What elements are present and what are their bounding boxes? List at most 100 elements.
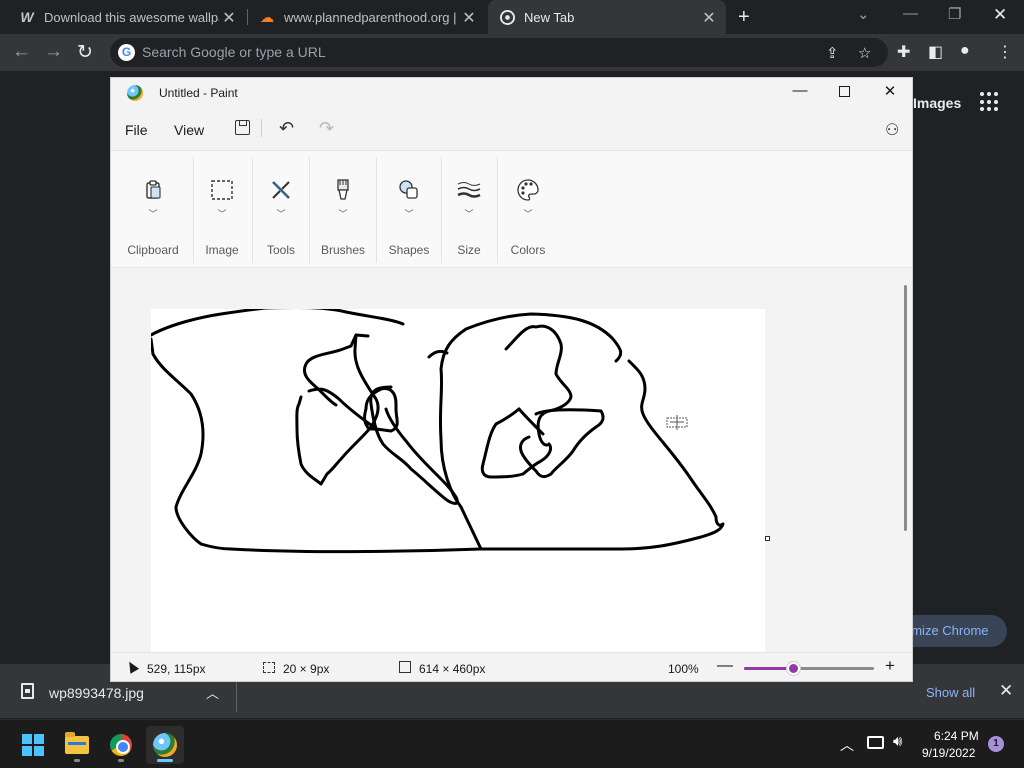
selection-rectangle-icon [211,180,233,200]
close-tab-icon[interactable]: ✕ [700,8,718,28]
profile-avatar-icon[interactable]: ● [960,42,970,60]
redo-icon[interactable]: ↷ [319,118,334,139]
ribbon-group-size[interactable]: ﹀ Size [447,151,491,269]
chevron-down-icon: ﹀ [464,209,474,219]
network-icon[interactable] [867,736,884,749]
palette-icon [517,179,539,201]
tab-plannedparenthood[interactable]: ☁ www.plannedparenthood.org | Cl ✕ [248,0,486,34]
back-icon[interactable]: ← [12,41,31,63]
tab-wallpaper[interactable]: W Download this awesome wallpap ✕ [0,0,246,34]
selection-cursor-icon [666,415,688,430]
undo-icon[interactable]: ↶ [279,118,294,139]
chevron-down-icon: ﹀ [338,209,348,219]
show-all-button[interactable]: Show all [926,685,975,700]
images-link[interactable]: Images [913,95,961,111]
reload-icon[interactable]: ↻ [77,41,93,64]
tab-search-chevron-icon[interactable]: ⌄ [857,5,870,23]
selection-size: 20 × 9px [283,662,330,676]
running-indicator [118,759,124,762]
ribbon-label: Colors [510,243,546,257]
zoom-slider-thumb[interactable] [787,662,801,675]
volume-icon[interactable]: 🔊︎ [893,733,902,750]
canvas-size: 614 × 460px [419,662,486,676]
chevron-down-icon: ﹀ [523,209,533,219]
google-apps-icon[interactable] [980,92,1000,112]
zoom-out-icon[interactable]: — [717,657,733,675]
cursor-position-icon [124,659,140,674]
close-tab-icon[interactable]: ✕ [460,8,478,28]
extensions-puzzle-icon[interactable]: ✚ [897,42,910,62]
brush-icon [337,179,349,200]
ribbon-label: Image [205,243,239,257]
ribbon-group-brushes[interactable]: ﹀ Brushes [313,151,373,269]
ribbon-divider [309,157,310,263]
tab-new-tab[interactable]: New Tab ✕ [488,0,726,34]
menu-file[interactable]: File [125,122,148,138]
paint-app-icon [127,85,143,101]
chrome-icon [498,8,516,26]
window-title: Untitled - Paint [159,86,238,100]
selection-size-icon [263,662,275,673]
vertical-scrollbar[interactable] [904,285,907,531]
file-icon [21,683,34,699]
wallpaper-w-icon: W [20,9,34,25]
save-icon[interactable] [235,120,250,135]
close-icon[interactable]: ✕ [880,82,900,100]
notification-badge[interactable]: 1 [988,736,1004,752]
minimize-icon[interactable]: — [903,5,918,22]
drawing-canvas[interactable] [151,309,765,652]
side-panel-icon[interactable]: ◧ [928,42,943,62]
shapes-icon [399,180,418,199]
ribbon-group-image[interactable]: ﹀ Image [195,151,249,269]
menu-view[interactable]: View [174,122,204,138]
folder-icon [65,732,89,754]
bookmark-star-icon[interactable]: ☆ [858,44,871,62]
ribbon-divider [441,157,442,263]
start-button[interactable] [14,726,52,764]
zoom-in-icon[interactable]: + [885,656,895,676]
close-window-icon[interactable]: ✕ [993,5,1007,25]
chrome-menu-icon[interactable]: ⋮ [997,42,1013,62]
download-filename[interactable]: wp8993478.jpg [49,685,144,701]
chevron-down-icon: ﹀ [217,209,227,219]
omnibox-placeholder: Search Google or type a URL [142,44,326,60]
maximize-icon[interactable] [839,86,850,97]
chevron-down-icon: ﹀ [276,209,286,219]
close-download-shelf-icon[interactable]: ✕ [999,681,1013,701]
windows-start-icon [22,734,44,756]
canvas-resize-handle[interactable] [765,536,770,541]
omnibox[interactable]: G Search Google or type a URL ⇪ ☆ [110,38,888,67]
paint-title-bar: Untitled - Paint — ✕ [111,78,912,108]
clock-time[interactable]: 6:24 PM [934,729,979,743]
chevron-down-icon: ﹀ [404,209,414,219]
zoom-slider[interactable] [744,662,874,675]
show-hidden-icons-chevron-icon[interactable]: ︿ [840,735,854,755]
ribbon-group-tools[interactable]: ﹀ Tools [255,151,307,269]
new-tab-button[interactable]: + [738,6,750,29]
ribbon-group-colors[interactable]: ﹀ Colors [503,151,553,269]
ribbon-group-clipboard[interactable]: ﹀ Clipboard [121,151,185,269]
restore-icon[interactable]: ❐ [948,5,961,23]
paint-icon [153,733,177,757]
clock-date[interactable]: 9/19/2022 [922,746,975,760]
forward-icon[interactable]: → [44,41,63,63]
close-tab-icon[interactable]: ✕ [220,8,238,28]
chevron-up-icon[interactable]: ︿ [206,683,219,702]
zoom-level[interactable]: 100% [668,662,699,676]
ribbon-divider [376,157,377,263]
ribbon-divider [193,157,194,263]
paint-menu-bar: File View ↶ ↷ ⚇ [111,116,912,142]
share-account-icon[interactable]: ⚇ [885,120,899,140]
paint-window: Untitled - Paint — ✕ File View ↶ ↷ ⚇ ﹀ C… [110,77,913,682]
minimize-icon[interactable]: — [790,82,810,99]
taskbar-chrome[interactable] [102,726,140,764]
tab-title: Download this awesome wallpap [44,9,219,25]
tab-title: www.plannedparenthood.org | Cl [284,9,459,25]
share-icon[interactable]: ⇪ [826,44,839,62]
taskbar-file-explorer[interactable] [58,726,96,764]
zoom-slider-fill [744,667,794,670]
canvas-size-icon [399,661,411,673]
taskbar-paint[interactable] [146,726,184,764]
ribbon-group-shapes[interactable]: ﹀ Shapes [381,151,437,269]
cursor-position: 529, 115px [147,662,206,676]
